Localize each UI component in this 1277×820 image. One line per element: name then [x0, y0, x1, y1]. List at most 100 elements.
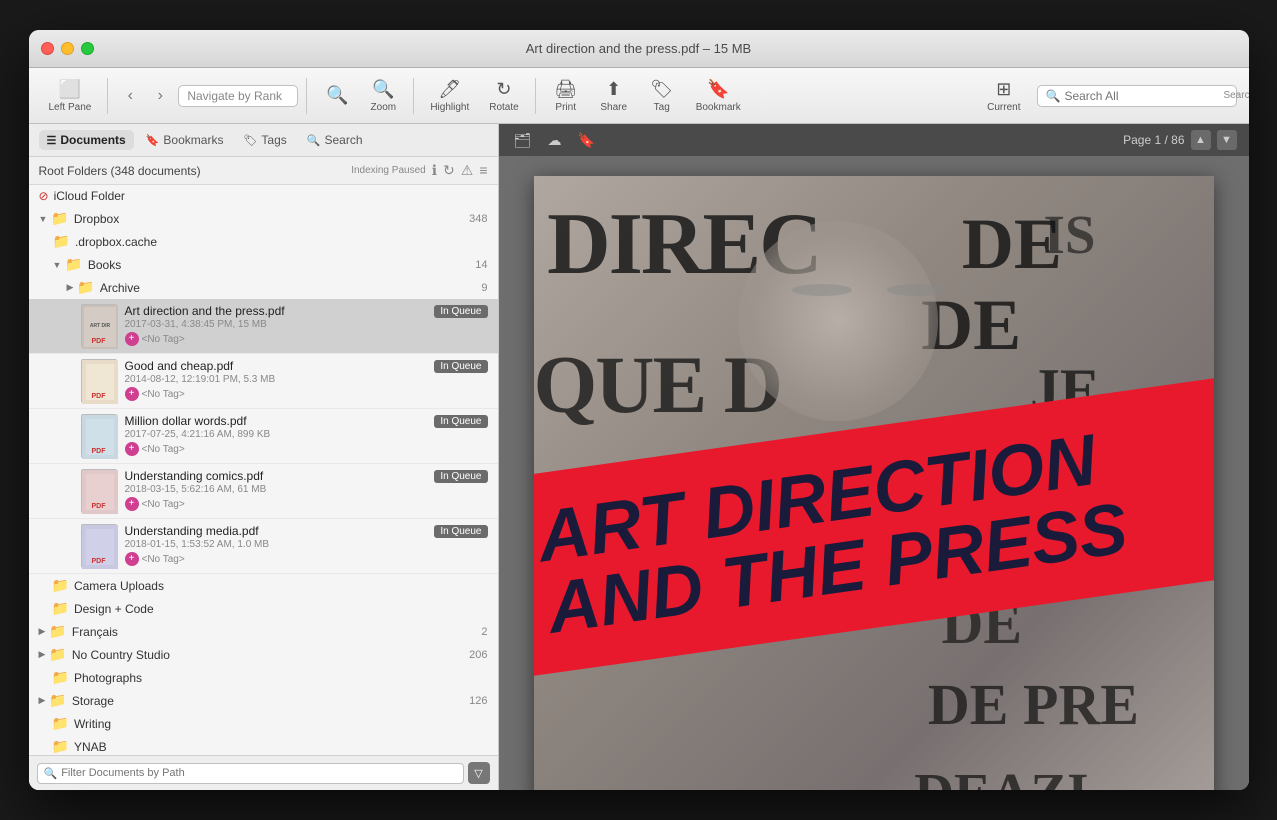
page-label: Page 1 / 86	[1123, 133, 1184, 147]
path-bar[interactable]: Navigate by Rank	[178, 85, 298, 107]
pdf-thumb-understanding-media: PDF	[81, 524, 117, 568]
add-tag-icon[interactable]: +	[125, 332, 139, 346]
bookmarks-icon: 🔖	[146, 134, 160, 147]
forward-button[interactable]: ›	[146, 82, 174, 110]
pdf-item-art-direction[interactable]: ART DIR PDF Art direction and the press.…	[29, 299, 498, 354]
sidebar-item-design-code[interactable]: 📁 Design + Code	[29, 597, 498, 620]
viewer-cloud-icon-btn[interactable]: ☁	[543, 128, 567, 152]
sidebar-header: Root Folders (348 documents) Indexing Pa…	[29, 157, 498, 185]
sidebar-item-storage[interactable]: ▶ 📁 Storage 126	[29, 689, 498, 712]
zoom-out-button[interactable]: 🔍	[315, 81, 359, 110]
tab-bookmarks[interactable]: 🔖 Bookmarks	[138, 130, 232, 150]
pdf-tag-understanding-comics: + <No Tag>	[125, 497, 488, 511]
dropbox-count: 348	[469, 213, 487, 225]
camera-label: Camera Uploads	[74, 579, 488, 593]
sidebar-item-no-country-studio[interactable]: ▶ 📁 No Country Studio 206	[29, 643, 498, 666]
rotate-button[interactable]: ↻ Rotate	[481, 75, 526, 117]
nav-buttons: ‹ ›	[116, 82, 174, 110]
zoom-group: 🔍 🔍 Zoom	[315, 75, 405, 117]
photographs-label: Photographs	[74, 671, 488, 685]
archive-count: 9	[481, 282, 487, 294]
pdf-meta-understanding-media: 2018-01-15, 1:53:52 AM, 1.0 MB	[125, 539, 488, 550]
back-button[interactable]: ‹	[116, 82, 144, 110]
sidebar-item-dropbox[interactable]: ▼ 📁 Dropbox 348	[29, 207, 498, 230]
pdf-status-good-cheap: In Queue	[434, 360, 487, 373]
viewer-toolbar: 🗂 ☁ 🔖 Page 1 / 86 ▲ ▼	[499, 124, 1249, 156]
info-icon[interactable]: ℹ	[432, 162, 437, 179]
writing-label: Writing	[74, 717, 488, 731]
next-page-button[interactable]: ▼	[1217, 130, 1237, 150]
add-tag-icon-2[interactable]: +	[125, 387, 139, 401]
grid-icon: ⊞	[996, 79, 1011, 100]
sidebar-item-books[interactable]: ▼ 📁 Books 14	[29, 253, 498, 276]
main-window: Art direction and the press.pdf – 15 MB …	[29, 30, 1249, 790]
tab-documents[interactable]: ☰ Documents	[39, 130, 134, 150]
viewer-folder-icon-btn[interactable]: 🗂	[511, 128, 535, 152]
sidebar-item-francais[interactable]: ▶ 📁 Français 2	[29, 620, 498, 643]
filter-input[interactable]	[61, 767, 456, 779]
pdf-item-understanding-media[interactable]: PDF Understanding media.pdf In Queue 201…	[29, 519, 498, 574]
pdf-item-understanding-comics[interactable]: PDF Understanding comics.pdf In Queue 20…	[29, 464, 498, 519]
tab-search[interactable]: 🔍 Search	[299, 130, 371, 150]
sidebar-item-photographs[interactable]: 📁 Photographs	[29, 666, 498, 689]
sidebar-item-writing[interactable]: 📁 Writing	[29, 712, 498, 735]
add-tag-icon-4[interactable]: +	[125, 497, 139, 511]
zoom-out-icon: 🔍	[326, 85, 348, 106]
search-toolbar: 🔍 Search Documents	[1037, 85, 1237, 107]
pdf-name-million-dollar: Million dollar words.pdf	[125, 414, 247, 428]
pdf-thumb-understanding-comics: PDF	[81, 469, 117, 513]
page-info: Page 1 / 86 ▲ ▼	[1123, 130, 1236, 150]
pdf-item-good-cheap[interactable]: PDF Good and cheap.pdf In Queue 2014-08-…	[29, 354, 498, 409]
sidebar-item-camera-uploads[interactable]: 📁 Camera Uploads	[29, 574, 498, 597]
minimize-button[interactable]	[61, 42, 74, 55]
separator-3	[413, 78, 414, 114]
ynab-label: YNAB	[74, 740, 488, 754]
menu-icon[interactable]: ≡	[479, 162, 487, 179]
photographs-folder-icon: 📁	[52, 669, 69, 686]
maximize-button[interactable]	[81, 42, 94, 55]
add-tag-icon-5[interactable]: +	[125, 552, 139, 566]
share-button[interactable]: ⬆ Share	[592, 75, 636, 117]
search-input[interactable]	[1064, 89, 1219, 103]
separator-1	[107, 78, 108, 114]
root-folders-title: Root Folders (348 documents)	[39, 164, 352, 178]
traffic-lights	[41, 42, 94, 55]
pdf-info-understanding-media: Understanding media.pdf In Queue 2018-01…	[125, 524, 488, 566]
pdf-format-label-2: PDF	[92, 393, 106, 400]
archive-triangle: ▶	[67, 282, 74, 293]
search-icon: 🔍	[1046, 89, 1061, 103]
pdf-tag-understanding-media: + <No Tag>	[125, 552, 488, 566]
pdf-item-million-dollar[interactable]: PDF Million dollar words.pdf In Queue 20…	[29, 409, 498, 464]
share-icon: ⬆	[606, 79, 621, 100]
viewer-content[interactable]: DIREC QUE D DE DE JE IS LA DIR DE PRE DE…	[499, 156, 1249, 790]
pdf-name-art-direction: Art direction and the press.pdf	[125, 304, 285, 318]
print-button[interactable]: 🖨 Print	[544, 75, 588, 117]
highlight-button[interactable]: 🖊 Highlight	[422, 75, 477, 117]
tab-tags[interactable]: 🏷 Tags	[235, 130, 294, 150]
warning-icon[interactable]: ⚠	[461, 162, 474, 179]
sidebar-item-icloud[interactable]: ⊘ iCloud Folder	[29, 185, 498, 207]
prev-page-button[interactable]: ▲	[1191, 130, 1211, 150]
zoom-button[interactable]: 🔍 Zoom	[361, 75, 405, 117]
sidebar-tabs: ☰ Documents 🔖 Bookmarks 🏷 Tags 🔍 Search	[29, 124, 498, 157]
pdf-viewer: 🗂 ☁ 🔖 Page 1 / 86 ▲ ▼ DIREC	[499, 124, 1249, 790]
sidebar-item-ynab[interactable]: 📁 YNAB	[29, 735, 498, 755]
left-pane-button[interactable]: ⬜ Left Pane	[41, 75, 100, 117]
viewer-bookmark-icon-btn[interactable]: 🔖	[575, 128, 599, 152]
sidebar-item-dropbox-cache[interactable]: 📁 .dropbox.cache	[29, 230, 498, 253]
bookmark-button[interactable]: 🔖 Bookmark	[688, 75, 749, 117]
close-button[interactable]	[41, 42, 54, 55]
refresh-icon[interactable]: ↻	[443, 162, 455, 179]
tag-button[interactable]: 🏷 Tag	[640, 75, 684, 117]
add-tag-icon-3[interactable]: +	[125, 442, 139, 456]
books-count: 14	[475, 259, 487, 271]
content-area: ☰ Documents 🔖 Bookmarks 🏷 Tags 🔍 Search	[29, 124, 1249, 790]
pdf-meta-understanding-comics: 2018-03-15, 5:62:16 AM, 61 MB	[125, 484, 488, 495]
sidebar-item-archive[interactable]: ▶ 📁 Archive 9	[29, 276, 498, 299]
cache-folder-icon: 📁	[53, 233, 70, 250]
pdf-format-label-5: PDF	[92, 558, 106, 565]
current-view-button[interactable]: ⊞ Current	[979, 75, 1028, 117]
filter-options-button[interactable]: ▽	[468, 762, 490, 784]
pdf-thumb-art-direction: ART DIR PDF	[81, 304, 117, 348]
ncs-count: 206	[469, 649, 487, 661]
